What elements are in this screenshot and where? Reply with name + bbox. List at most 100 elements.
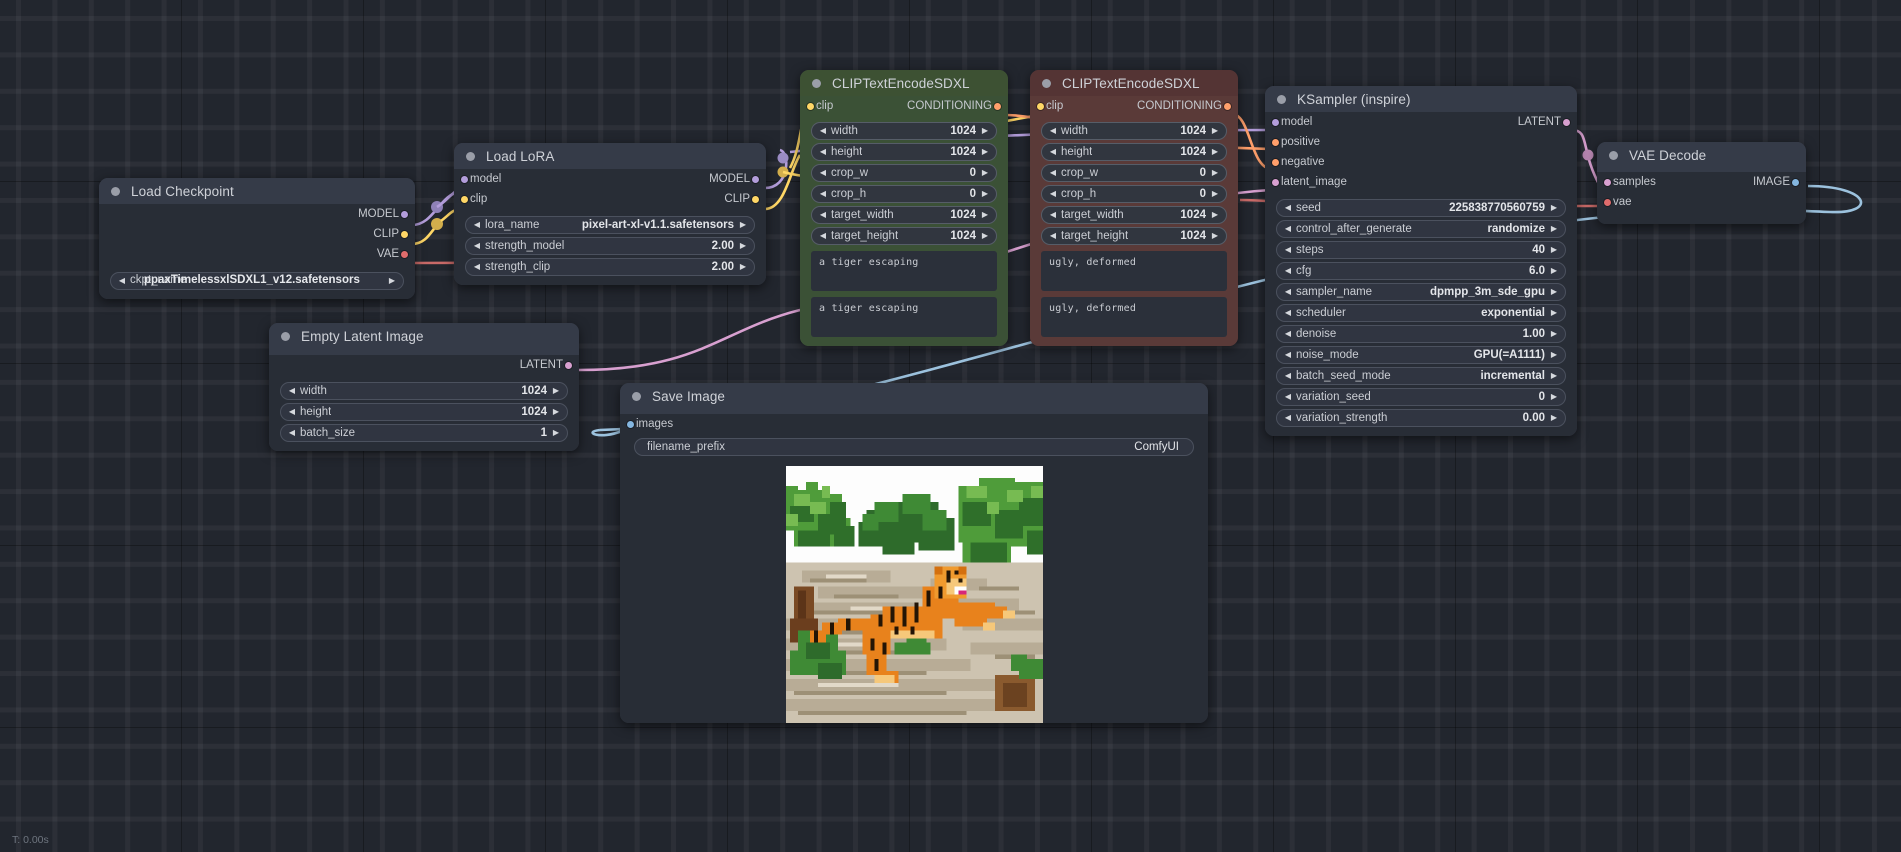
increment-arrow-icon[interactable]: ▶ [980,211,990,219]
decrement-arrow-icon[interactable]: ◀ [1283,351,1293,359]
decrement-arrow-icon[interactable]: ◀ [472,242,482,250]
clip-output-pin[interactable] [752,195,759,203]
node-title-bar[interactable]: CLIPTextEncodeSDXL [1030,70,1238,96]
increment-arrow-icon[interactable]: ▶ [980,232,990,240]
samples-input-pin[interactable] [1604,178,1611,186]
increment-arrow-icon[interactable]: ▶ [1549,246,1559,254]
node-vae-decode[interactable]: VAE Decode samples IMAGE vae [1597,142,1806,224]
slot-row-images[interactable]: images [620,414,1208,434]
decrement-arrow-icon[interactable]: ◀ [1283,246,1293,254]
node-load-lora[interactable]: Load LoRA model MODEL clip CLIP ◀ lora_n… [454,143,766,285]
widget-steps[interactable]: ◀ steps 40 ▶ [1276,241,1566,259]
latent-image-input-pin[interactable] [1272,178,1279,186]
increment-arrow-icon[interactable]: ▶ [1549,204,1559,212]
node-save-image[interactable]: Save Image images filename_prefix ComfyU… [620,383,1208,723]
widget-crop-h[interactable]: ◀ crop_h 0 ▶ [811,185,997,203]
widget-scheduler[interactable]: ◀ scheduler exponential ▶ [1276,304,1566,322]
increment-arrow-icon[interactable]: ▶ [1549,393,1559,401]
node-cliptextencodesdxl-negative[interactable]: CLIPTextEncodeSDXL clip CONDITIONING ◀ w… [1030,70,1238,346]
slot-row-negative[interactable]: negative [1265,152,1577,172]
decrement-arrow-icon[interactable]: ◀ [1048,148,1058,156]
collapse-dot-icon[interactable] [1277,94,1286,104]
decrement-arrow-icon[interactable]: ◀ [1048,211,1058,219]
widget-crop-w[interactable]: ◀ crop_w 0 ▶ [1041,164,1227,182]
widget-crop-h[interactable]: ◀ crop_h 0 ▶ [1041,185,1227,203]
increment-arrow-icon[interactable]: ▶ [1210,169,1220,177]
increment-arrow-icon[interactable]: ▶ [1210,190,1220,198]
widget-target-width[interactable]: ◀ target_width 1024 ▶ [811,206,997,224]
widget-target-height[interactable]: ◀ target_height 1024 ▶ [1041,227,1227,245]
decrement-arrow-icon[interactable]: ◀ [472,221,482,229]
widget-strength-model[interactable]: ◀ strength_model 2.00 ▶ [465,237,755,255]
slot-row-latent-image[interactable]: latent_image [1265,172,1577,192]
node-load-checkpoint[interactable]: Load Checkpoint MODEL CLIP VAE ◀ ckpt_na… [99,178,415,299]
decrement-arrow-icon[interactable]: ◀ [1283,393,1293,401]
widget-noise-mode[interactable]: ◀ noise_mode GPU(=A1111) ▶ [1276,346,1566,364]
vae-output-pin[interactable] [401,250,408,258]
clip-input-pin[interactable] [807,102,814,110]
text-widget-prompt-g[interactable]: ugly, deformed [1041,251,1227,291]
increment-arrow-icon[interactable]: ▶ [387,277,397,285]
node-title-bar[interactable]: KSampler (inspire) [1265,86,1577,112]
increment-arrow-icon[interactable]: ▶ [1549,351,1559,359]
collapse-dot-icon[interactable] [281,331,290,341]
slot-row-vae[interactable]: vae [1597,192,1806,212]
decrement-arrow-icon[interactable]: ◀ [1283,204,1293,212]
clip-output-pin[interactable] [401,230,408,238]
widget-batch-seed-mode[interactable]: ◀ batch_seed_mode incremental ▶ [1276,367,1566,385]
widget-target-height[interactable]: ◀ target_height 1024 ▶ [811,227,997,245]
increment-arrow-icon[interactable]: ▶ [551,387,561,395]
decrement-arrow-icon[interactable]: ◀ [1283,309,1293,317]
node-title-bar[interactable]: Load LoRA [454,143,766,169]
widget-seed[interactable]: ◀ seed 225838770560759 ▶ [1276,199,1566,217]
text-widget-prompt-l[interactable]: ugly, deformed [1041,297,1227,337]
increment-arrow-icon[interactable]: ▶ [738,263,748,271]
widget-denoise[interactable]: ◀ denoise 1.00 ▶ [1276,325,1566,343]
widget-cfg[interactable]: ◀ cfg 6.0 ▶ [1276,262,1566,280]
decrement-arrow-icon[interactable]: ◀ [1283,267,1293,275]
model-output-pin[interactable] [752,175,759,183]
widget-control-after-generate[interactable]: ◀ control_after_generate randomize ▶ [1276,220,1566,238]
increment-arrow-icon[interactable]: ▶ [1549,267,1559,275]
text-widget-prompt-g[interactable]: a tiger escaping [811,251,997,291]
conditioning-output-pin[interactable] [994,102,1001,110]
widget-width[interactable]: ◀ width 1024 ▶ [1041,122,1227,140]
node-cliptextencodesdxl-positive[interactable]: CLIPTextEncodeSDXL clip CONDITIONING ◀ w… [800,70,1008,346]
widget-width[interactable]: ◀ width 1024 ▶ [280,382,568,400]
widget-variation-seed[interactable]: ◀ variation_seed 0 ▶ [1276,388,1566,406]
text-widget-prompt-l[interactable]: a tiger escaping [811,297,997,337]
node-title-bar[interactable]: Save Image [620,383,1208,409]
increment-arrow-icon[interactable]: ▶ [1549,309,1559,317]
decrement-arrow-icon[interactable]: ◀ [818,232,828,240]
output-slot-vae[interactable]: VAE [99,244,415,264]
image-preview[interactable] [785,466,1043,723]
decrement-arrow-icon[interactable]: ◀ [117,277,127,285]
widget-height[interactable]: ◀ height 1024 ▶ [280,403,568,421]
increment-arrow-icon[interactable]: ▶ [1210,232,1220,240]
image-output-pin[interactable] [1792,178,1799,186]
decrement-arrow-icon[interactable]: ◀ [818,211,828,219]
collapse-dot-icon[interactable] [812,78,821,88]
slot-row-clip[interactable]: clip CONDITIONING [800,96,1008,116]
increment-arrow-icon[interactable]: ▶ [1210,127,1220,135]
widget-strength-clip[interactable]: ◀ strength_clip 2.00 ▶ [465,258,755,276]
increment-arrow-icon[interactable]: ▶ [1549,372,1559,380]
decrement-arrow-icon[interactable]: ◀ [287,387,297,395]
widget-ckpt-name[interactable]: ◀ ckpt_name ppaxTimelessxlSDXL1_v12.safe… [110,272,404,290]
widget-crop-w[interactable]: ◀ crop_w 0 ▶ [811,164,997,182]
collapse-dot-icon[interactable] [111,186,120,196]
output-slot-clip[interactable]: CLIP [99,224,415,244]
increment-arrow-icon[interactable]: ▶ [980,190,990,198]
widget-batch-size[interactable]: ◀ batch_size 1 ▶ [280,424,568,442]
node-empty-latent-image[interactable]: Empty Latent Image LATENT ◀ width 1024 ▶… [269,323,579,451]
decrement-arrow-icon[interactable]: ◀ [1048,232,1058,240]
slot-row-positive[interactable]: positive [1265,132,1577,152]
clip-input-pin[interactable] [1037,102,1044,110]
conditioning-output-pin[interactable] [1224,102,1231,110]
increment-arrow-icon[interactable]: ▶ [1549,330,1559,338]
increment-arrow-icon[interactable]: ▶ [980,148,990,156]
collapse-dot-icon[interactable] [1609,150,1618,160]
widget-target-width[interactable]: ◀ target_width 1024 ▶ [1041,206,1227,224]
decrement-arrow-icon[interactable]: ◀ [818,148,828,156]
decrement-arrow-icon[interactable]: ◀ [818,169,828,177]
